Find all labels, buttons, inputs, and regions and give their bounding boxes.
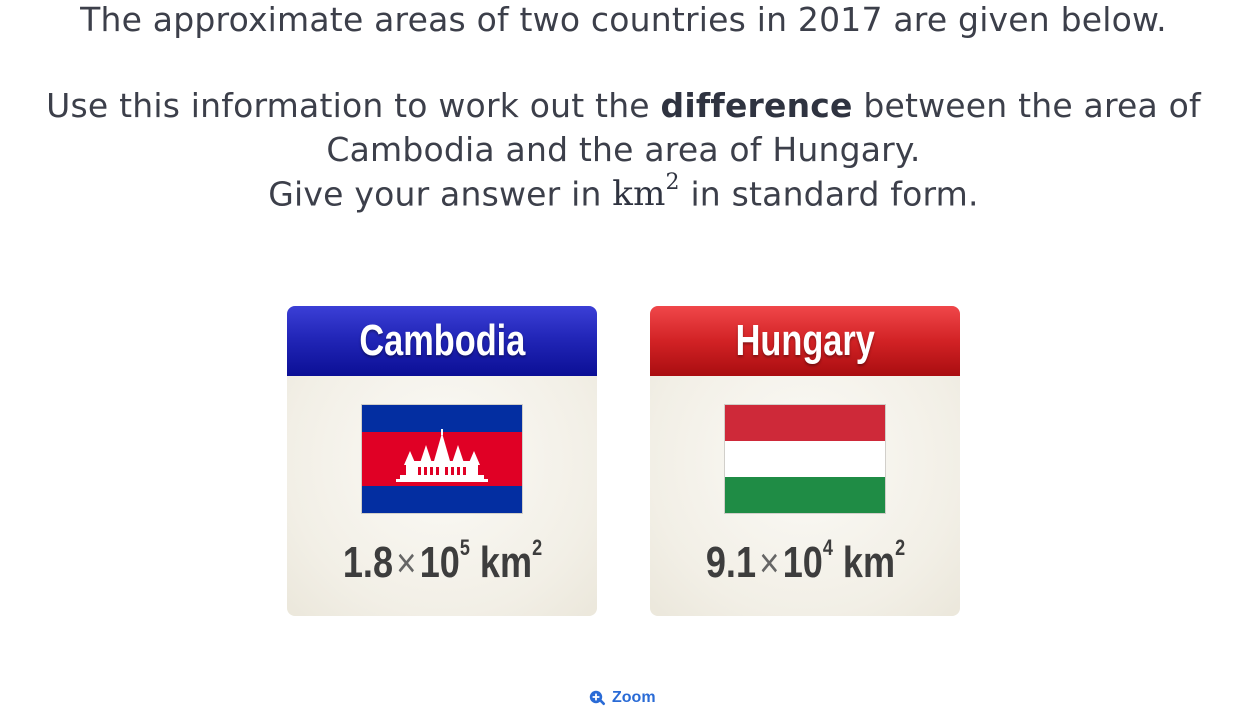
zoom-label: Zoom (612, 689, 656, 706)
unit: km (842, 538, 895, 587)
card-header: Cambodia (287, 306, 597, 376)
question-text: Give your answer in (268, 174, 613, 214)
mantissa: 1.8 (342, 538, 393, 587)
question-text: between the area of (852, 86, 1201, 125)
times-sign: × (758, 539, 779, 586)
base: 10 (419, 538, 460, 587)
card-header: Hungary (650, 306, 960, 376)
cambodia-flag-icon (362, 405, 522, 513)
times-sign: × (395, 539, 416, 586)
unit: km (479, 538, 532, 587)
question-line-1: The approximate areas of two countries i… (80, 0, 1167, 39)
question-text: Use this information to work out the (46, 86, 661, 125)
exponent: 5 (459, 535, 470, 561)
country-card-cambodia: Cambodia 1.8×105 km2 (287, 306, 597, 616)
question-line-2: Use this information to work out the dif… (0, 86, 1247, 125)
zoom-in-icon (589, 690, 606, 705)
unit-exponent: 2 (531, 535, 542, 561)
unit-exponent: 2 (894, 535, 905, 561)
page: The approximate areas of two countries i… (0, 0, 1247, 727)
mantissa: 9.1 (705, 538, 756, 587)
unit-exponent: 2 (665, 170, 680, 195)
area-value: 1.8×105 km2 (287, 535, 597, 588)
question-text: in standard form. (679, 174, 979, 214)
emphasis-difference: difference (660, 86, 853, 125)
question-line-3: Cambodia and the area of Hungary. (326, 130, 921, 169)
country-name: Hungary (735, 316, 875, 365)
country-name: Cambodia (359, 316, 525, 365)
hungary-flag-icon (725, 405, 885, 513)
exponent: 4 (822, 535, 833, 561)
zoom-button[interactable]: Zoom (589, 686, 656, 710)
country-card-hungary: Hungary 9.1×104 km2 (650, 306, 960, 616)
question-line-4: Give your answer in km2 in standard form… (0, 170, 1247, 215)
unit-text: km (612, 174, 666, 215)
area-value: 9.1×104 km2 (650, 535, 960, 588)
unit-math: km2 (612, 170, 679, 215)
base: 10 (782, 538, 823, 587)
